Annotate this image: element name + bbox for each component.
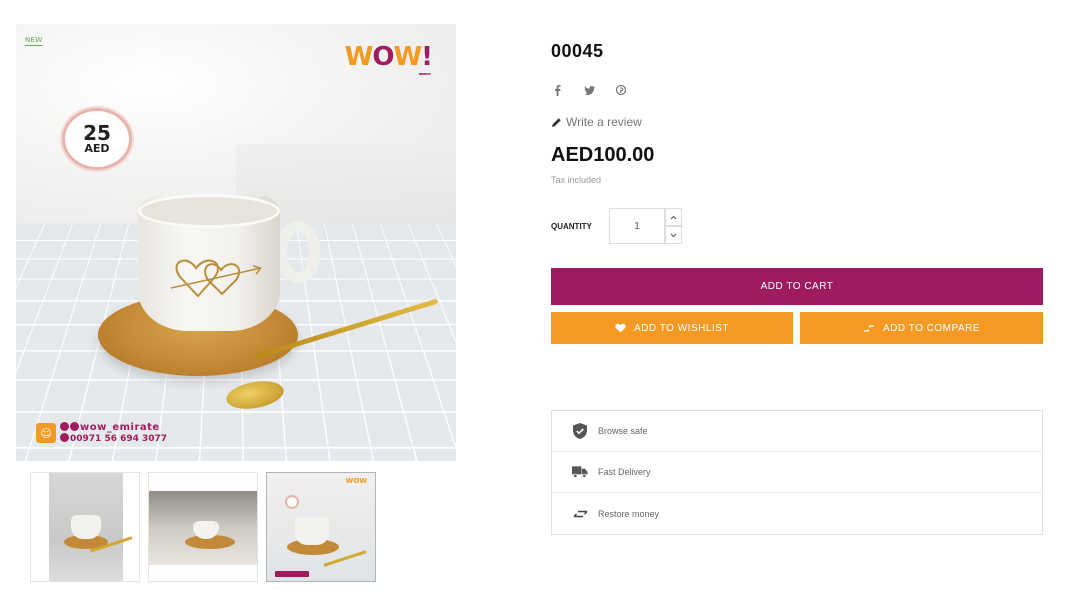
cup-handle	[276, 221, 320, 283]
thumbnail-2[interactable]	[148, 472, 258, 582]
price-badge-value: 25	[83, 121, 111, 145]
social-share	[551, 84, 627, 96]
add-to-compare-button[interactable]: ADD TO COMPARE	[800, 312, 1043, 344]
hearts-arrow-decoration	[170, 259, 262, 298]
reassurance-label: Browse safe	[598, 426, 648, 436]
quantity-label: QUANTITY	[551, 222, 592, 231]
shopping-bag-icon: ☺	[36, 423, 56, 443]
pinterest-icon[interactable]	[615, 84, 627, 96]
facebook-icon[interactable]	[551, 84, 563, 96]
reassurance-item-browse-safe: Browse safe	[552, 411, 1042, 452]
reassurance-item-restore-money: Restore money	[552, 493, 1042, 534]
write-review-label: Write a review	[566, 115, 642, 129]
image-watermark: ☺ wow_emirate 00971 56 694 3077	[36, 422, 167, 444]
twitter-icon[interactable]	[583, 84, 595, 96]
heart-icon	[615, 323, 626, 333]
chevron-up-icon	[670, 215, 677, 219]
compare-arrows-icon	[863, 324, 874, 332]
add-to-wishlist-button[interactable]: ADD TO WISHLIST	[551, 312, 793, 344]
add-to-compare-label: ADD TO COMPARE	[882, 322, 980, 334]
watermark-phone: 00971 56 694 3077	[70, 434, 168, 444]
truck-icon	[572, 464, 588, 480]
shield-check-icon	[572, 423, 588, 439]
thumbnail-strip: WOW	[30, 472, 376, 582]
add-to-cart-button[interactable]: ADD TO CART	[551, 268, 1043, 305]
quantity-input[interactable]: 1	[609, 208, 665, 244]
watermark-handle: wow_emirate	[80, 422, 160, 433]
write-review-link[interactable]: Write a review	[551, 115, 642, 129]
reassurance-block: Browse safe Fast Delivery Restore money	[551, 410, 1043, 535]
thumbnail-1[interactable]	[30, 472, 140, 582]
add-to-cart-label: ADD TO CART	[760, 281, 834, 292]
whatsapp-icon	[60, 433, 69, 442]
image-price-badge: 25 AED	[62, 108, 132, 170]
logo-subtitle: BY EVE SHOP	[418, 72, 431, 76]
wow-logo: WOW! BY EVE SHOP	[344, 42, 433, 76]
tax-note: Tax included	[551, 175, 602, 185]
pencil-icon	[552, 117, 561, 127]
facebook-icon	[60, 422, 69, 431]
reassurance-label: Restore money	[598, 508, 660, 519]
product-main-image[interactable]: NEW WOW! BY EVE SHOP 25 AED ☺ wow_emirat…	[16, 24, 456, 461]
add-to-wishlist-label: ADD TO WISHLIST	[634, 322, 729, 334]
new-badge: NEW	[25, 36, 43, 46]
reassurance-item-fast-delivery: Fast Delivery	[552, 452, 1042, 493]
product-price: AED100.00	[551, 144, 655, 166]
chevron-down-icon	[670, 233, 677, 237]
reassurance-label: Fast Delivery	[598, 467, 651, 477]
product-title: 00045	[551, 41, 604, 61]
price-badge-currency: AED	[84, 142, 110, 155]
instagram-icon	[70, 422, 79, 431]
swap-arrows-icon	[572, 506, 588, 522]
quantity-decrement-button[interactable]	[665, 226, 682, 244]
quantity-increment-button[interactable]	[665, 208, 682, 226]
thumbnail-3[interactable]: WOW	[266, 472, 376, 582]
mug-rim	[138, 194, 280, 228]
